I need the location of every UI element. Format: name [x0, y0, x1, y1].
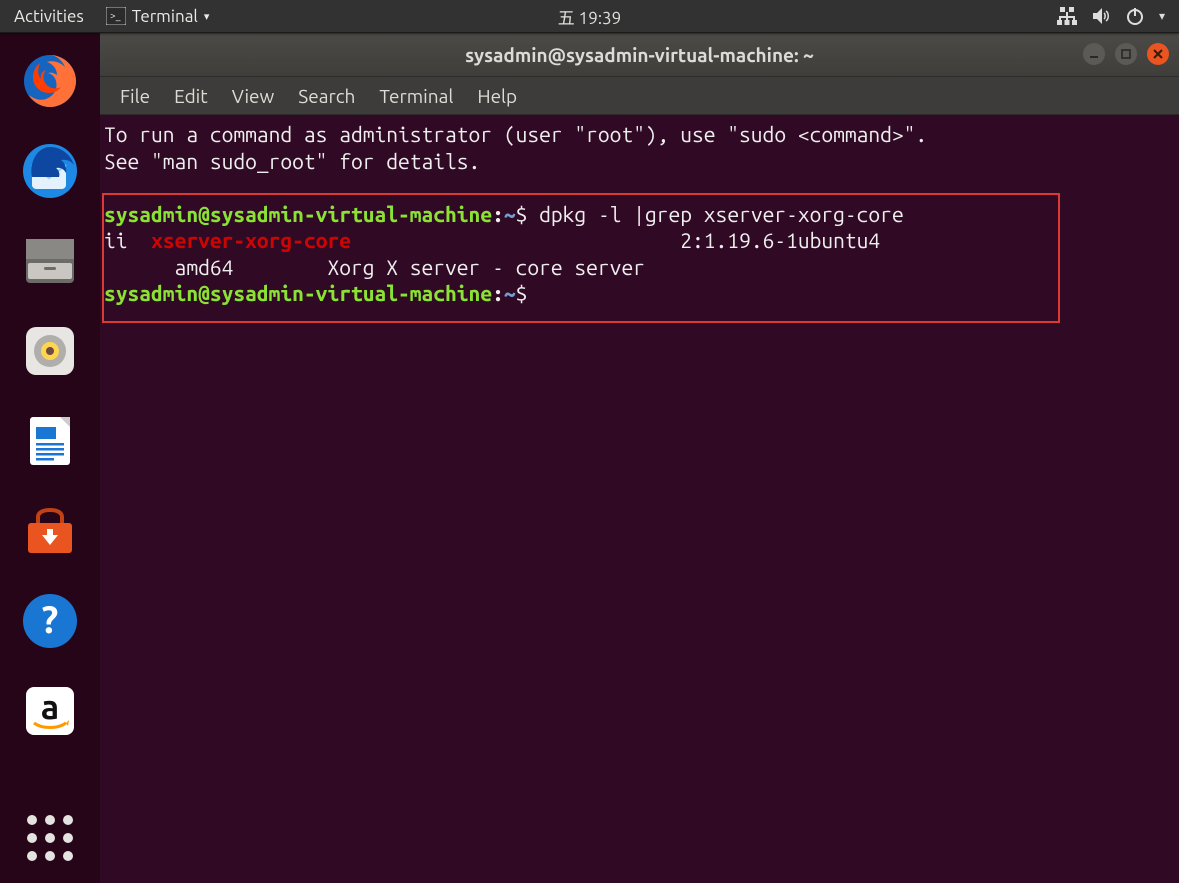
svg-text:a: a	[41, 688, 59, 726]
prompt-path: ~	[504, 202, 516, 226]
dpkg-version: 2:1.19.6-1ubuntu4	[680, 228, 880, 252]
network-icon	[1057, 6, 1077, 26]
chevron-down-icon: ▾	[1159, 9, 1165, 23]
terminal-app-icon: >_	[106, 7, 126, 25]
svg-text:?: ?	[42, 599, 59, 641]
prompt-dollar-2: $	[516, 281, 540, 305]
app-menu-label: Terminal	[132, 7, 198, 26]
window-titlebar[interactable]: sysadmin@sysadmin-virtual-machine: ~	[100, 33, 1179, 77]
close-button[interactable]	[1147, 43, 1169, 65]
prompt-colon-2: :	[492, 281, 504, 305]
menu-terminal[interactable]: Terminal	[369, 81, 463, 111]
menu-edit[interactable]: Edit	[164, 81, 218, 111]
prompt-user: sysadmin@sysadmin-virtual-machine	[104, 202, 492, 226]
svg-text:>_: >_	[110, 10, 121, 21]
dock-firefox[interactable]	[20, 51, 80, 111]
dock-writer[interactable]	[20, 411, 80, 471]
chevron-down-icon: ▾	[204, 10, 210, 23]
dock-thunderbird[interactable]	[20, 141, 80, 201]
terminal-area[interactable]: To run a command as administrator (user …	[100, 115, 1179, 883]
firefox-icon	[20, 51, 80, 111]
minimize-icon	[1088, 48, 1100, 60]
menubar: File Edit View Search Terminal Help	[100, 77, 1179, 115]
dock-help[interactable]: ?	[20, 591, 80, 651]
status-tray[interactable]: ▾	[1043, 6, 1179, 26]
rhythmbox-icon	[20, 321, 80, 381]
software-center-icon	[20, 501, 80, 561]
menu-help[interactable]: Help	[467, 81, 527, 111]
menu-view[interactable]: View	[222, 81, 285, 111]
volume-icon	[1091, 6, 1111, 26]
power-icon	[1125, 6, 1145, 26]
clock-label: 五 19:39	[558, 4, 621, 29]
files-icon	[20, 231, 80, 291]
window-controls	[1083, 43, 1169, 65]
command-1: dpkg -l |grep xserver-xorg-core	[539, 202, 904, 226]
gnome-topbar: Activities >_ Terminal ▾ 五 19:39 ▾	[0, 0, 1179, 33]
dpkg-arch-desc: amd64 Xorg X server - core server	[104, 255, 645, 279]
motd-line-1: To run a command as administrator (user …	[104, 122, 927, 146]
menu-search[interactable]: Search	[288, 81, 365, 111]
window-title: sysadmin@sysadmin-virtual-machine: ~	[465, 44, 814, 66]
prompt-colon: :	[492, 202, 504, 226]
minimize-button[interactable]	[1083, 43, 1105, 65]
maximize-icon	[1120, 48, 1132, 60]
dpkg-package-name: xserver-xorg-core	[151, 228, 351, 252]
amazon-icon: a	[20, 681, 80, 741]
menu-file[interactable]: File	[110, 81, 160, 111]
terminal-window: sysadmin@sysadmin-virtual-machine: ~ Fil…	[100, 33, 1179, 883]
dock-software[interactable]	[20, 501, 80, 561]
close-icon	[1152, 48, 1164, 60]
prompt-path-2: ~	[504, 281, 516, 305]
maximize-button[interactable]	[1115, 43, 1137, 65]
prompt-user-2: sysadmin@sysadmin-virtual-machine	[104, 281, 492, 305]
prompt-dollar: $	[516, 202, 540, 226]
dpkg-status: ii	[104, 228, 128, 252]
ubuntu-dock: ? a	[0, 33, 100, 883]
help-icon: ?	[20, 591, 80, 651]
show-applications-button[interactable]	[27, 815, 73, 861]
dock-rhythmbox[interactable]	[20, 321, 80, 381]
clock[interactable]: 五 19:39	[558, 4, 621, 29]
dock-files[interactable]	[20, 231, 80, 291]
motd-line-2: See "man sudo_root" for details.	[104, 149, 480, 173]
activities-button[interactable]: Activities	[0, 7, 98, 26]
thunderbird-icon	[20, 141, 80, 201]
dock-amazon[interactable]: a	[20, 681, 80, 741]
writer-icon	[20, 411, 80, 471]
app-menu[interactable]: >_ Terminal ▾	[98, 7, 218, 26]
